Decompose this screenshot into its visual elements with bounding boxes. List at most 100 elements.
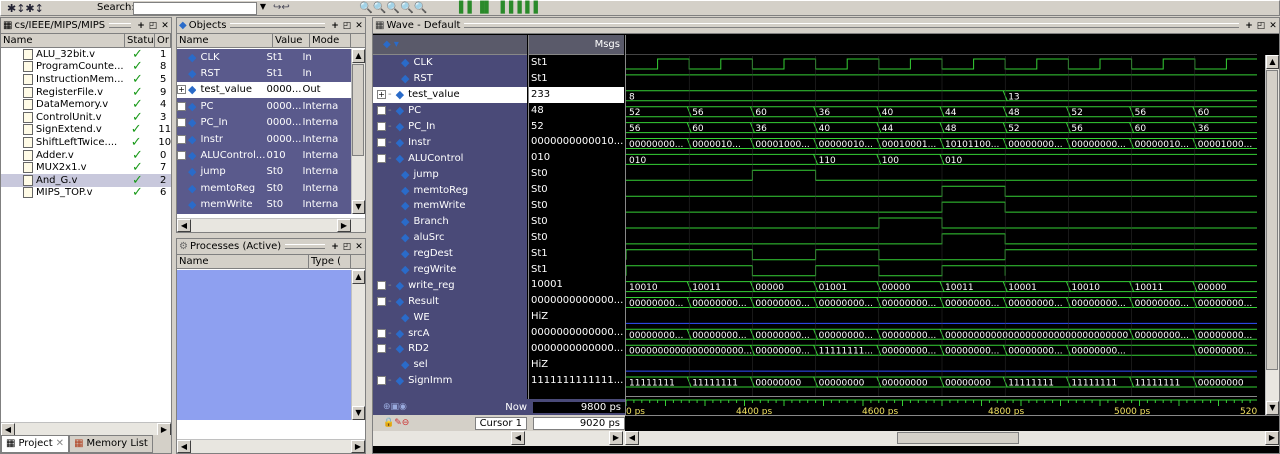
add-icon[interactable]: + (329, 241, 341, 253)
wave-tools-icon[interactable]: ▌▌▐▌ ▐▐▐ ▌▌ (459, 1, 631, 15)
expand-icon[interactable]: + (177, 85, 186, 95)
undock-icon[interactable]: ◰ (341, 20, 353, 32)
signal-icon: ◆ (395, 88, 405, 102)
wave-signal-menu-icon[interactable]: ◆ ▾ (383, 39, 399, 50)
wave-hscroll-names[interactable]: ◀ ▶ (373, 431, 625, 446)
tab-close-icon[interactable]: ✕ (56, 438, 64, 450)
undock-icon[interactable]: ◰ (147, 20, 159, 32)
wave-signal-row[interactable]: ◆ memtoReg (373, 182, 527, 198)
wave-signal-row[interactable]: + - ◆ PC_In (373, 119, 527, 135)
col-name[interactable]: Name (177, 255, 309, 268)
wave-signal-row[interactable]: ◆ aluSrc (373, 230, 527, 246)
wave-signal-row[interactable]: ◆ memWrite (373, 198, 527, 214)
wave-signal-row[interactable]: + - ◆ srcA (373, 325, 527, 341)
wave-hscroll[interactable]: ◀ ▶ (625, 431, 1279, 446)
add-icon[interactable]: + (1243, 20, 1255, 32)
col-status[interactable]: Status (125, 34, 155, 47)
expand-icon[interactable]: + (377, 280, 386, 290)
object-mode: Interna (302, 199, 339, 211)
col-name[interactable]: Name (1, 34, 125, 47)
wave-signal-row[interactable]: ◆ sel (373, 357, 527, 373)
file-item[interactable]: MIPS_TOP.v ✓ 6 (1, 185, 171, 200)
expand-icon[interactable]: + (377, 106, 386, 116)
expand-icon[interactable]: + (377, 344, 386, 354)
expand-icon[interactable]: + (177, 101, 186, 111)
cursor-icons[interactable]: 🔒✎⊖ (383, 418, 409, 428)
object-item[interactable]: ◆ RST St1 In (177, 65, 351, 81)
expand-icon[interactable]: + (177, 134, 186, 144)
col-order[interactable]: Or (155, 34, 171, 47)
wave-signal-row[interactable]: ◆ RST (373, 71, 527, 87)
objects-panel-titlebar[interactable]: ◆ Objects + ◰ ✕ (177, 18, 365, 34)
files-panel-titlebar[interactable]: ▦ cs/IEEE/MIPS/MIPS + ◰ ✕ (1, 18, 171, 34)
zoom-tools-icon[interactable]: 🔍🔍🔍🔍🔍 (359, 1, 441, 15)
processes-vscroll[interactable]: ▲ ▼ (351, 270, 365, 420)
close-icon[interactable]: ✕ (1267, 20, 1279, 32)
files-hscroll[interactable]: ◀ ▶ (1, 422, 171, 436)
wave-signal-row[interactable]: + - ◆ RD2 (373, 341, 527, 357)
wave-signal-value: 52 (531, 120, 544, 132)
object-item[interactable]: ◆ memWrite St0 Interna (177, 197, 351, 213)
search-input[interactable] (133, 2, 257, 15)
wave-signal-row[interactable]: + - ◆ test_value (373, 86, 527, 103)
expand-icon[interactable]: + (377, 137, 386, 147)
wave-signal-row[interactable]: + - ◆ Instr (373, 134, 527, 150)
now-icons[interactable]: ⊕▣◉ (383, 402, 407, 412)
col-mode[interactable]: Mode (310, 34, 351, 47)
find-tools-icon[interactable]: ✱↕✱↕ (7, 2, 67, 15)
expand-icon[interactable]: + (377, 90, 386, 100)
search-options-icon[interactable]: ↪↩ (273, 2, 313, 15)
wave-signal-row[interactable]: ◆ CLK (373, 55, 527, 71)
object-item[interactable]: ◆ jump St0 Interna (177, 164, 351, 180)
expand-icon[interactable]: + (377, 328, 386, 338)
expand-icon[interactable]: + (177, 151, 186, 161)
objects-vscroll[interactable]: ▲ ▼ (351, 49, 365, 214)
close-icon[interactable]: ✕ (353, 241, 365, 253)
tab-project[interactable]: ▦ Project ✕ (1, 435, 70, 453)
undock-icon[interactable]: ◰ (341, 241, 353, 253)
wave-signal-row[interactable]: + - ◆ PC (373, 103, 527, 119)
object-item[interactable]: ◆ CLK St1 In (177, 49, 351, 65)
add-icon[interactable]: + (329, 20, 341, 32)
processes-panel-titlebar[interactable]: ⚙ Processes (Active) + ◰ ✕ (177, 239, 365, 255)
wave-signal-row[interactable]: + - ◆ ALUControl (373, 150, 527, 166)
cursor-value[interactable]: 9020 ps (533, 416, 625, 430)
add-icon[interactable]: + (135, 20, 147, 32)
waveform-svg[interactable]: 8 13 52 56 60 36 40 44 48 52 56 60 56 60 36 40 44 48 52 56 6… (626, 56, 1257, 396)
object-item[interactable]: + ◆ Instr 0000... Interna (177, 131, 351, 147)
wave-signal-row[interactable]: ◆ jump (373, 166, 527, 182)
verilog-file-icon (23, 174, 33, 186)
undock-icon[interactable]: ◰ (1255, 20, 1267, 32)
expand-icon[interactable]: + (377, 376, 386, 386)
waveform-area[interactable]: 8 13 52 56 60 36 40 44 48 52 56 60 56 60 36 40 44 48 52 56 6… (625, 35, 1257, 415)
wave-vscroll[interactable]: ▲ ▼ (1265, 55, 1279, 415)
wave-signal-row[interactable]: + - ◆ SignImm (373, 373, 527, 389)
expand-icon[interactable]: + (177, 118, 186, 128)
search-dropdown-icon[interactable]: ▼ (257, 2, 269, 15)
wave-signal-row[interactable]: + - ◆ Result (373, 293, 527, 309)
wave-signal-row[interactable]: ◆ WE (373, 309, 527, 325)
verilog-file-icon (23, 124, 33, 136)
object-item[interactable]: + ◆ PC_In 0000... Interna (177, 115, 351, 131)
wave-signal-row[interactable]: ◆ regDest (373, 246, 527, 262)
expand-icon[interactable]: + (377, 296, 386, 306)
col-value[interactable]: Value (273, 34, 310, 47)
processes-hscroll[interactable]: ◀ ▶ (177, 439, 365, 453)
col-name[interactable]: Name (177, 34, 273, 47)
close-icon[interactable]: ✕ (159, 20, 171, 32)
expand-icon[interactable]: + (377, 122, 386, 131)
object-item[interactable]: + ◆ test_value 0000... Out (177, 81, 351, 99)
object-item[interactable]: ◆ memtoReg St0 Interna (177, 180, 351, 196)
tab-memory-list[interactable]: ▦ Memory List (69, 435, 153, 453)
close-icon[interactable]: ✕ (353, 20, 365, 32)
expand-icon[interactable]: + (377, 153, 386, 163)
wave-signal-value: St0 (531, 231, 548, 243)
col-type[interactable]: Type ( (309, 255, 351, 268)
wave-signal-row[interactable]: ◆ Branch (373, 214, 527, 230)
wave-panel-titlebar[interactable]: ▦ Wave - Default + ◰ ✕ (373, 18, 1279, 34)
objects-hscroll[interactable]: ◀ ▶ (177, 218, 365, 232)
object-item[interactable]: + ◆ ALUControl... 010 Interna (177, 147, 351, 163)
wave-signal-row[interactable]: ◆ regWrite (373, 262, 527, 278)
object-item[interactable]: + ◆ PC 0000... Interna (177, 98, 351, 114)
wave-signal-row[interactable]: + - ◆ write_reg (373, 277, 527, 293)
